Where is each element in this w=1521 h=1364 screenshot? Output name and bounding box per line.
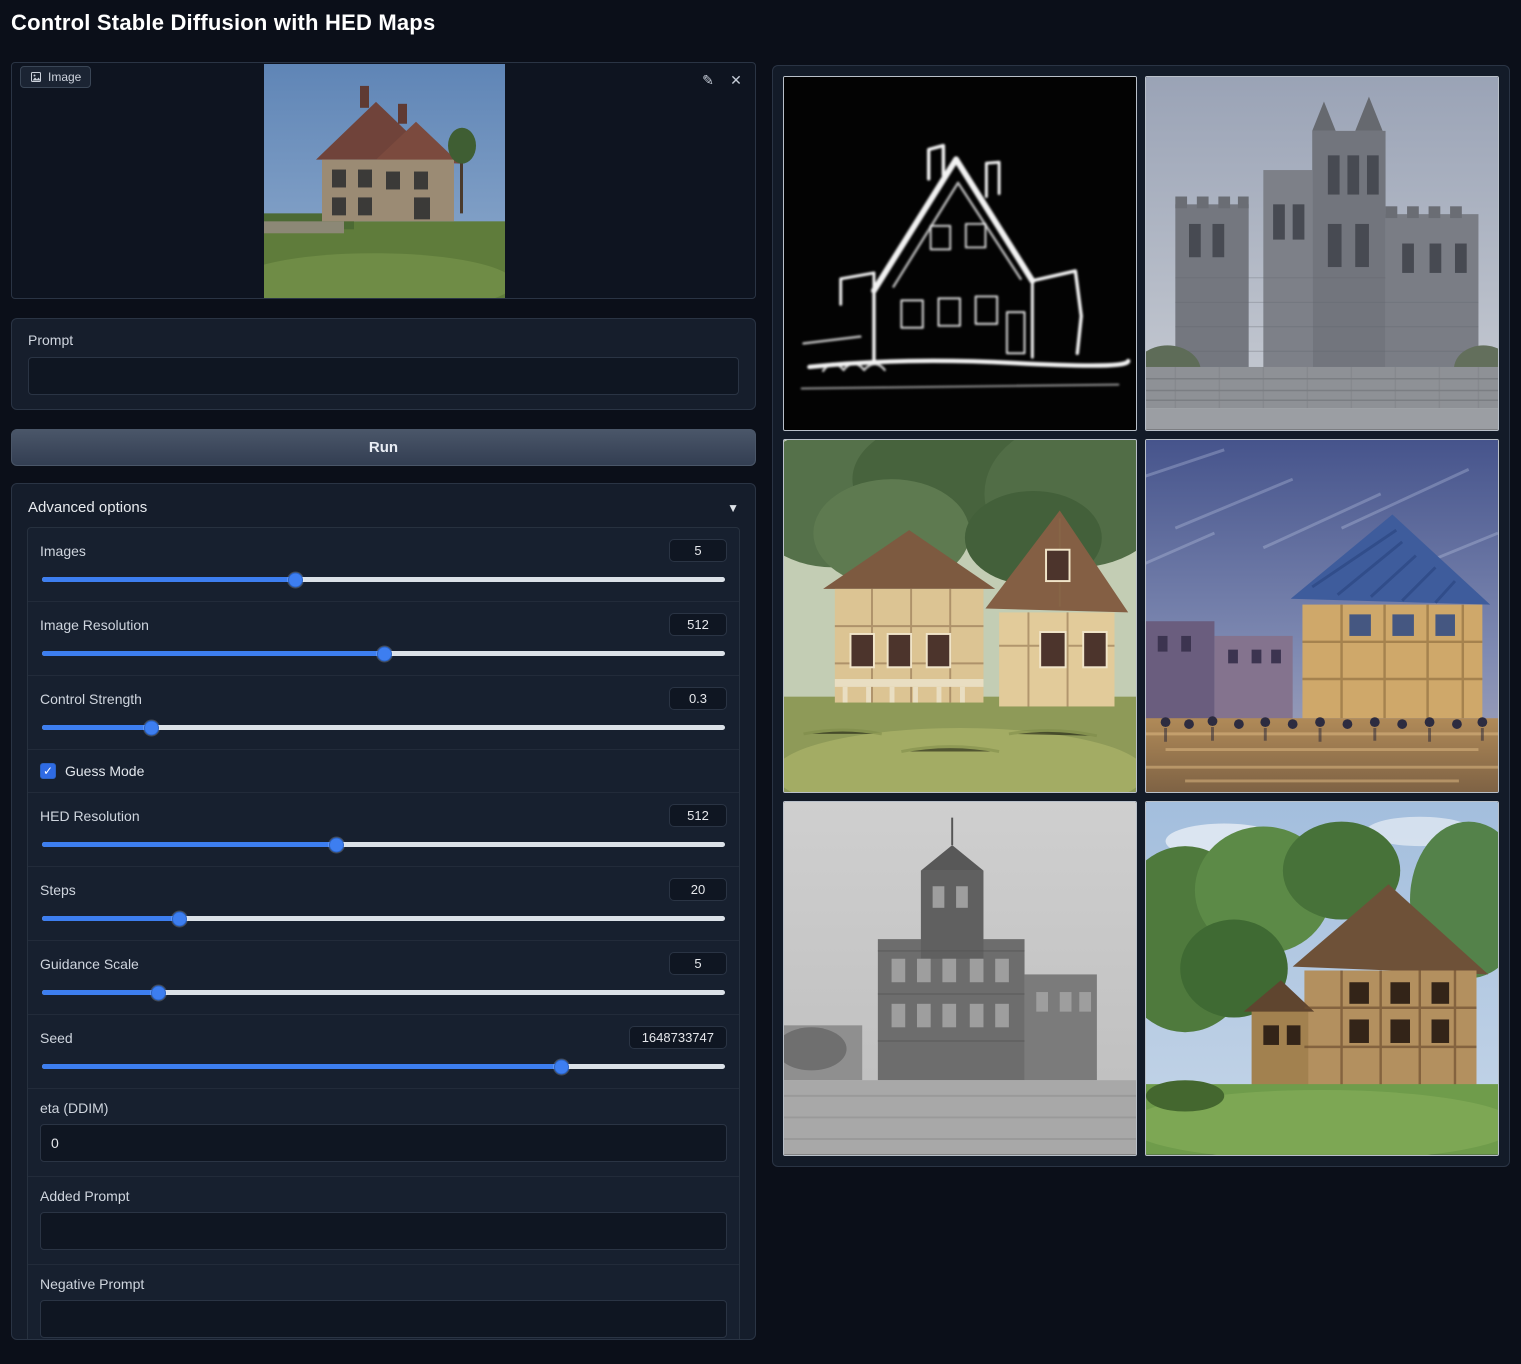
grayscale-building-image xyxy=(784,802,1136,1155)
page-title: Control Stable Diffusion with HED Maps xyxy=(11,10,435,36)
edit-image-button[interactable]: ✎ xyxy=(697,69,719,91)
negative-prompt-input[interactable] xyxy=(40,1300,727,1338)
slider-track-steps[interactable] xyxy=(42,916,725,921)
impressionist-house-image xyxy=(1146,440,1498,793)
advanced-options-header[interactable]: Advanced options ▼ xyxy=(12,484,755,527)
run-button[interactable]: Run xyxy=(11,429,756,466)
eta-row: eta (DDIM) xyxy=(28,1089,739,1177)
eta-label: eta (DDIM) xyxy=(40,1100,727,1116)
slider-value-guidance-scale[interactable]: 5 xyxy=(669,952,727,975)
slider-label-images: Images xyxy=(40,543,86,559)
slider-track-guidance-scale[interactable] xyxy=(42,990,725,995)
guess-mode-checkbox[interactable]: ✓ xyxy=(40,763,56,779)
uploaded-house-photo xyxy=(264,64,505,298)
output-gallery xyxy=(772,65,1510,1167)
slider-handle-image-resolution[interactable] xyxy=(377,646,392,661)
image-label: Image xyxy=(48,70,81,84)
slider-handle-images[interactable] xyxy=(288,572,303,587)
gallery-item-grayscale-building[interactable] xyxy=(783,801,1137,1156)
slider-label-guidance-scale: Guidance Scale xyxy=(40,956,139,972)
slider-handle-hed-resolution[interactable] xyxy=(329,837,344,852)
added-prompt-input[interactable] xyxy=(40,1212,727,1250)
image-icon xyxy=(30,71,42,83)
gallery-item-hed-edge-map[interactable] xyxy=(783,76,1137,431)
advanced-options-body: Images 5 Image Resolution 512 xyxy=(27,527,740,1340)
added-prompt-label: Added Prompt xyxy=(40,1188,727,1204)
slider-track-image-resolution[interactable] xyxy=(42,651,725,656)
slider-label-control-strength: Control Strength xyxy=(40,691,142,707)
timber-house-with-trees-image xyxy=(1146,802,1498,1155)
chevron-down-icon: ▼ xyxy=(727,501,739,515)
slider-row-images: Images 5 xyxy=(28,528,739,602)
slider-value-control-strength[interactable]: 0.3 xyxy=(669,687,727,710)
slider-row-image-resolution: Image Resolution 512 xyxy=(28,602,739,676)
slider-row-steps: Steps 20 xyxy=(28,867,739,941)
slider-track-hed-resolution[interactable] xyxy=(42,842,725,847)
negative-prompt-label: Negative Prompt xyxy=(40,1276,727,1292)
slider-label-seed: Seed xyxy=(40,1030,73,1046)
slider-value-image-resolution[interactable]: 512 xyxy=(669,613,727,636)
slider-track-images[interactable] xyxy=(42,577,725,582)
slider-track-seed[interactable] xyxy=(42,1064,725,1069)
prompt-input[interactable] xyxy=(28,357,739,395)
gallery-item-timber-house-with-trees[interactable] xyxy=(1145,801,1499,1156)
gallery-item-impressionist-house[interactable] xyxy=(1145,439,1499,794)
slider-row-hed-resolution: HED Resolution 512 xyxy=(28,793,739,867)
uploaded-image xyxy=(264,64,505,298)
hed-edge-map-image xyxy=(784,77,1136,430)
advanced-options-title: Advanced options xyxy=(28,499,147,516)
image-label-chip: Image xyxy=(20,66,91,88)
prompt-block: Prompt xyxy=(11,318,756,410)
slider-value-seed[interactable]: 1648733747 xyxy=(629,1026,727,1049)
image-tools: ✎ ✕ xyxy=(697,69,747,91)
guess-mode-row: ✓ Guess Mode xyxy=(28,750,739,793)
slider-handle-seed[interactable] xyxy=(554,1059,569,1074)
gallery-item-stone-cathedral[interactable] xyxy=(1145,76,1499,431)
slider-row-guidance-scale: Guidance Scale 5 xyxy=(28,941,739,1015)
slider-track-control-strength[interactable] xyxy=(42,725,725,730)
slider-row-control-strength: Control Strength 0.3 xyxy=(28,676,739,750)
eta-input[interactable] xyxy=(40,1124,727,1162)
slider-value-images[interactable]: 5 xyxy=(669,539,727,562)
victorian-house-painting-image xyxy=(784,440,1136,793)
stone-cathedral-image xyxy=(1146,77,1498,430)
added-prompt-row: Added Prompt xyxy=(28,1177,739,1265)
guess-mode-label: Guess Mode xyxy=(65,763,144,779)
prompt-label: Prompt xyxy=(28,332,739,348)
slider-handle-guidance-scale[interactable] xyxy=(151,985,166,1000)
clear-image-button[interactable]: ✕ xyxy=(725,69,747,91)
slider-label-image-resolution: Image Resolution xyxy=(40,617,149,633)
slider-row-seed: Seed 1648733747 xyxy=(28,1015,739,1089)
gallery-item-victorian-house-painting[interactable] xyxy=(783,439,1137,794)
slider-label-steps: Steps xyxy=(40,882,76,898)
advanced-options-block: Advanced options ▼ Images 5 Image Resolu… xyxy=(11,483,756,1340)
slider-handle-control-strength[interactable] xyxy=(144,720,159,735)
slider-value-hed-resolution[interactable]: 512 xyxy=(669,804,727,827)
slider-label-hed-resolution: HED Resolution xyxy=(40,808,140,824)
negative-prompt-row: Negative Prompt xyxy=(28,1265,739,1340)
slider-value-steps[interactable]: 20 xyxy=(669,878,727,901)
slider-handle-steps[interactable] xyxy=(172,911,187,926)
app-page: Control Stable Diffusion with HED Maps I… xyxy=(0,0,1521,1364)
image-input-block[interactable]: Image ✎ ✕ xyxy=(11,62,756,299)
